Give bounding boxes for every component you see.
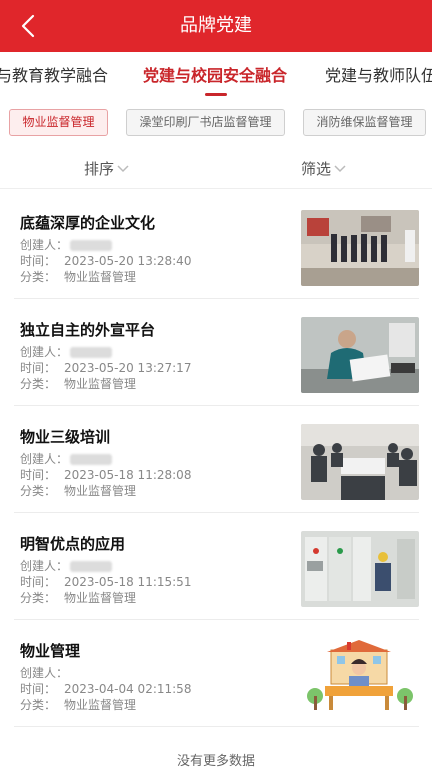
redacted-name <box>70 347 112 358</box>
tab-education-integration[interactable]: 与教育教学融合 <box>0 62 108 86</box>
item-time: 时间： 2023-05-20 13:27:17 <box>20 361 192 375</box>
filter-label: 筛选 <box>301 160 332 178</box>
item-creator: 创建人： <box>20 237 112 253</box>
electrical-room-photo <box>301 531 419 607</box>
article-list: 底蕴深厚的企业文化 创建人： 时间： 2023-05-20 13:28:40 分类… <box>14 192 419 727</box>
chip-fire-maintenance[interactable]: 消防维保监督管理 <box>303 109 426 136</box>
page-title: 品牌党建 <box>180 15 252 36</box>
tab-teacher-team-integration[interactable]: 党建与教师队伍 <box>325 62 432 86</box>
item-time: 时间： 2023-05-18 11:15:51 <box>20 575 192 589</box>
office-worker-photo <box>301 317 419 393</box>
item-category: 分类： 物业监督管理 <box>20 270 137 284</box>
item-title: 底蕴深厚的企业文化 <box>20 214 156 232</box>
item-time: 时间： 2023-04-04 02:11:58 <box>20 682 192 696</box>
item-category: 分类： 物业监督管理 <box>20 484 137 498</box>
list-item[interactable]: 物业管理 创建人： 时间： 2023-04-04 02:11:58 分类： 物业监督… <box>14 620 419 727</box>
item-creator: 创建人： <box>20 558 112 574</box>
filter-button[interactable]: 筛选 <box>301 158 346 179</box>
item-time: 时间： 2023-05-18 11:28:08 <box>20 468 192 482</box>
app-header: 品牌党建 <box>0 0 432 52</box>
sort-label: 排序 <box>84 160 115 178</box>
item-category: 分类： 物业监督管理 <box>20 591 137 605</box>
item-title: 明智优点的应用 <box>20 535 126 553</box>
sort-button[interactable]: 排序 <box>84 158 129 179</box>
redacted-name <box>70 454 112 465</box>
category-tabs: 与教育教学融合 党建与校园安全融合 党建与教师队伍 <box>0 52 432 98</box>
sort-filter-bar: 排序 筛选 <box>0 147 432 189</box>
no-more-data-text: 没有更多数据 <box>176 754 255 768</box>
chevron-down-icon <box>334 164 346 172</box>
active-tab-indicator <box>205 93 227 96</box>
item-creator: 创建人： <box>20 344 112 360</box>
list-item[interactable]: 物业三级培训 创建人： 时间： 2023-05-18 11:28:08 分类： 物业… <box>14 406 419 513</box>
property-illustration <box>301 638 419 714</box>
item-title: 物业三级培训 <box>20 428 111 446</box>
item-time: 时间： 2023-05-20 13:28:40 <box>20 254 192 268</box>
redacted-name <box>70 240 112 251</box>
chip-property-supervision[interactable]: 物业监督管理 <box>9 109 108 136</box>
list-item[interactable]: 底蕴深厚的企业文化 创建人： 时间： 2023-05-20 13:28:40 分类… <box>14 192 419 299</box>
list-item[interactable]: 独立自主的外宣平台 创建人： 时间： 2023-05-20 13:27:17 分类… <box>14 299 419 406</box>
item-creator: 创建人： <box>20 666 69 680</box>
item-category: 分类： 物业监督管理 <box>20 698 137 712</box>
item-creator: 创建人： <box>20 451 112 467</box>
training-session-photo <box>301 424 419 500</box>
chip-bathhouse-print-bookstore[interactable]: 澡堂印刷厂书店监督管理 <box>126 109 285 136</box>
item-title: 独立自主的外宣平台 <box>20 321 156 339</box>
chevron-down-icon <box>117 164 129 172</box>
meeting-room-photo <box>301 210 419 286</box>
item-title: 物业管理 <box>20 642 81 660</box>
item-category: 分类： 物业监督管理 <box>20 377 137 391</box>
list-item[interactable]: 明智优点的应用 创建人： 时间： 2023-05-18 11:15:51 分类：物… <box>14 513 419 620</box>
tab-campus-safety-integration[interactable]: 党建与校园安全融合 <box>143 62 287 86</box>
redacted-name <box>70 561 112 572</box>
